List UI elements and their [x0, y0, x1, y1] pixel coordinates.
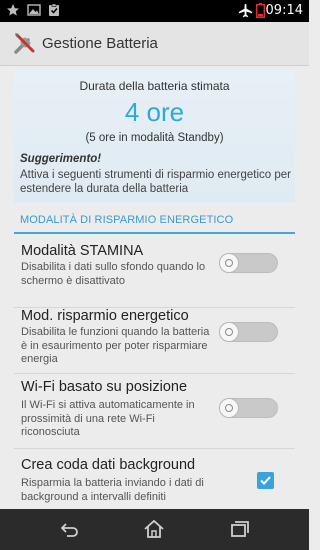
toggle-knob	[219, 253, 239, 273]
standby-estimate: (5 ore in modalità Standby)	[85, 132, 224, 144]
clock: 09:14	[265, 3, 303, 18]
navigation-bar	[0, 509, 309, 550]
recent-apps-icon[interactable]	[229, 519, 251, 539]
battery-estimate-panel: Durata della batteria stimata 4 ore (5 o…	[14, 70, 295, 203]
airplane-icon	[238, 3, 253, 23]
setting-row-energy-saving[interactable]: Mod. risparmio energetico Disabilita le …	[0, 308, 309, 388]
setting-row-wifi-location[interactable]: Wi-Fi basato su posizione Il Wi-Fi si at…	[0, 379, 309, 455]
clipboard-check-icon	[47, 3, 61, 22]
action-bar: Gestione Batteria	[0, 22, 309, 66]
setting-title: Crea coda dati background	[21, 457, 196, 473]
home-icon[interactable]	[143, 519, 165, 539]
setting-row-background-queue[interactable]: Crea coda dati background Risparmia la b…	[0, 456, 309, 509]
stamina-toggle[interactable]	[219, 253, 278, 273]
tip-text: Attiva i seguenti strumenti di risparmio…	[20, 169, 292, 195]
energy-saving-toggle[interactable]	[219, 322, 278, 342]
setting-title: Mod. risparmio energetico	[21, 308, 189, 324]
divider	[14, 373, 295, 374]
toggle-knob	[219, 322, 239, 342]
section-title: MODALITÀ DI RISPARMIO ENERGETICO	[20, 214, 234, 226]
image-icon	[27, 3, 41, 22]
setting-subtitle: Disabilita le funzioni quando la batteri…	[21, 326, 210, 365]
estimate-value: 4 ore	[124, 97, 185, 127]
setting-subtitle: Disabilita i dati sullo sfondo quando lo…	[21, 261, 206, 287]
tip-title: Suggerimento!	[20, 153, 102, 165]
setting-title: Modalità STAMINA	[21, 243, 144, 259]
status-bar: 09:14	[0, 0, 309, 22]
setting-row-stamina[interactable]: Modalità STAMINA Disabilita i dati sullo…	[0, 234, 309, 308]
divider	[14, 448, 295, 449]
wifi-location-toggle[interactable]	[219, 398, 278, 418]
tools-icon[interactable]	[12, 30, 38, 56]
toggle-knob	[219, 398, 239, 418]
setting-title: Wi-Fi basato su posizione	[21, 379, 188, 395]
star-icon	[6, 3, 20, 22]
page-title: Gestione Batteria	[42, 35, 158, 52]
setting-subtitle: Risparmia la batteria inviando i dati di…	[21, 477, 204, 503]
section-header: MODALITÀ DI RISPARMIO ENERGETICO	[14, 212, 295, 234]
setting-subtitle: Il Wi-Fi si attiva automaticamente in pr…	[21, 399, 195, 438]
background-queue-checkbox[interactable]	[257, 472, 274, 489]
back-icon[interactable]	[58, 519, 80, 539]
estimate-heading: Durata della batteria stimata	[79, 79, 230, 93]
battery-low-icon	[255, 3, 265, 23]
